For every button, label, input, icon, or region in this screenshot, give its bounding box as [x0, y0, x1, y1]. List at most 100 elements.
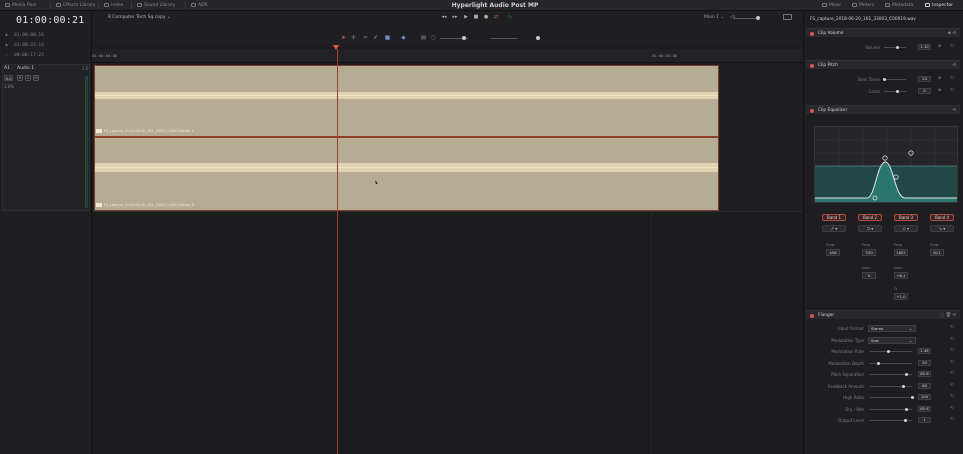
in-point-row[interactable]: ● 01:00:00:16	[4, 30, 88, 39]
band-1-filter-select[interactable]: ↗ ▾	[822, 225, 846, 232]
reset-icon[interactable]: ⟲	[950, 383, 954, 388]
stop-icon[interactable]: ■	[472, 14, 480, 21]
enable-dot-icon[interactable]	[810, 31, 814, 36]
band-4-filter-select[interactable]: ↘ ▾	[930, 225, 954, 232]
mixer-button[interactable]: Mixer	[822, 2, 841, 9]
band-2-gain-value[interactable]: 0	[862, 272, 876, 279]
band-3-toggle[interactable]: Band 3	[894, 214, 918, 221]
reset-icon[interactable]: ⟲	[950, 88, 954, 93]
modulation-depth-knob[interactable]	[876, 361, 880, 365]
zoom-slider-knob[interactable]	[462, 36, 466, 40]
reset-icon[interactable]: ⟲	[950, 406, 954, 411]
clip-equalizer-header[interactable]: Clip Equalizer ⟲	[806, 105, 960, 114]
solo-button[interactable]: S	[25, 75, 31, 81]
band-4-freq-value[interactable]: 811	[930, 249, 944, 256]
razor-tool-icon[interactable]: ✂	[362, 34, 369, 42]
monitor-select[interactable]: Main 1 ⌄ ◁)	[704, 15, 735, 20]
reset-icon[interactable]: ◆ ⟲	[948, 31, 956, 36]
reset-icon[interactable]: ⟲	[950, 337, 954, 342]
band-4-toggle[interactable]: Band 4	[930, 214, 954, 221]
playhead-handle[interactable]	[333, 45, 339, 50]
sound-library-button[interactable]: Sound Library	[137, 2, 175, 9]
enable-dot-icon[interactable]	[810, 108, 814, 113]
pointer-tool-icon[interactable]: ➤	[340, 34, 347, 42]
semi-tones-slider[interactable]	[884, 79, 906, 80]
out-point-row[interactable]: ● 01:00:23:16	[4, 40, 88, 49]
dry-wet-knob[interactable]	[904, 407, 908, 411]
meters-button[interactable]: Meters	[852, 2, 874, 9]
range-tool-icon[interactable]: ✛	[350, 34, 357, 42]
index-button[interactable]: Index	[104, 2, 123, 9]
height-slider[interactable]	[490, 38, 518, 39]
high-ratio-slider[interactable]	[870, 397, 912, 398]
waveform-zoom-icon[interactable]: ▤	[420, 34, 427, 42]
loop-icon[interactable]: ⇄	[492, 14, 500, 21]
plugin-options-icon[interactable]: ⬚ 🗑 ⟲	[940, 313, 956, 318]
pitch-separation-value[interactable]: 85.6	[918, 371, 931, 377]
video-monitor-icon[interactable]	[783, 14, 792, 20]
input-format-select[interactable]: Stereo ⌄	[868, 325, 916, 332]
reset-icon[interactable]: ⟲	[950, 44, 954, 49]
enable-dot-icon[interactable]	[810, 63, 814, 68]
adr-button[interactable]: ADR	[191, 2, 208, 9]
volume-slider[interactable]	[884, 47, 906, 48]
feedback-amount-slider[interactable]	[870, 385, 912, 387]
output-level-value[interactable]: 1	[918, 417, 931, 423]
reset-icon[interactable]: ⟲	[950, 325, 954, 330]
band-3-freq-value[interactable]: 1807	[894, 249, 908, 256]
rewind-icon[interactable]: ◂◂	[440, 14, 448, 21]
reset-icon[interactable]: ⟲	[952, 63, 956, 68]
track-volume-field[interactable]: 0.0	[4, 75, 13, 81]
band-3-filter-select[interactable]: ◇ ▾	[894, 225, 918, 232]
record-arm-button[interactable]: R	[17, 75, 23, 81]
snapping-icon[interactable]: ✓	[372, 34, 379, 42]
clip-pitch-header[interactable]: Clip Pitch ⟲	[806, 60, 960, 69]
automation-icon[interactable]: ∿	[506, 14, 514, 21]
band-2-toggle[interactable]: Band 2	[858, 214, 882, 221]
modulation-type-select[interactable]: Saw ⌄	[868, 336, 916, 344]
record-icon[interactable]: ●	[482, 14, 490, 21]
dry-wet-value[interactable]: 85.6	[918, 405, 931, 412]
cents-slider[interactable]	[884, 91, 906, 92]
marker-icon[interactable]: ◆	[400, 34, 407, 42]
modulation-rate-value[interactable]: 1.46	[918, 348, 931, 354]
flag-icon[interactable]: ■	[384, 34, 391, 42]
modulation-rate-slider[interactable]	[870, 351, 912, 352]
duration-row[interactable]: ○ 00:00:17:23	[4, 50, 88, 59]
band-2-filter-select[interactable]: ⊐ ▾	[858, 225, 882, 232]
effects-library-button[interactable]: Effects Library	[56, 2, 95, 9]
feedback-amount-value[interactable]: 60	[918, 382, 931, 389]
feedback-amount-knob[interactable]	[902, 384, 906, 388]
reset-icon[interactable]: ⟲	[950, 394, 954, 399]
playhead[interactable]	[337, 49, 338, 454]
high-ratio-value[interactable]: 100	[918, 394, 931, 400]
eq-graph[interactable]	[814, 126, 958, 203]
keyframe-icon[interactable]: ◆	[938, 76, 941, 81]
monitor-volume-knob[interactable]	[756, 16, 760, 20]
monitor-volume-slider[interactable]	[734, 18, 758, 19]
metadata-button[interactable]: Metadata	[885, 2, 913, 9]
band-3-q-value[interactable]: +1.0	[894, 293, 908, 300]
timeline-select[interactable]: 8 Computer Tech Sq copy ⌄	[108, 15, 171, 20]
band-1-freq-value[interactable]: 458	[826, 249, 840, 256]
timeline-ruler[interactable]	[92, 49, 803, 63]
track-header[interactable]	[2, 64, 90, 211]
band-1-toggle[interactable]: Band 1	[822, 214, 846, 221]
volume-value[interactable]: 1.10	[918, 44, 931, 50]
height-slider-knob[interactable]	[536, 36, 540, 40]
reset-icon[interactable]: ⟲	[950, 417, 954, 422]
semi-tones-value[interactable]: 24	[918, 76, 931, 82]
band-2-freq-value[interactable]: 330	[862, 249, 876, 256]
band-3-gain-value[interactable]: +6.1	[894, 272, 908, 279]
clip-volume-header[interactable]: Clip Volume ◆ ⟲	[806, 28, 960, 37]
keyframe-icon[interactable]: ◆	[938, 44, 941, 49]
modulation-rate-knob[interactable]	[886, 350, 890, 353]
audio-clip[interactable]	[94, 65, 719, 211]
media-pool-button[interactable]: Media Pool	[5, 2, 36, 9]
play-icon[interactable]: ▶	[462, 14, 470, 21]
flanger-header[interactable]: Flanger ⬚ 🗑 ⟲	[806, 310, 960, 319]
mute-button[interactable]: M	[33, 75, 39, 81]
keyframe-icon[interactable]: ◆	[938, 88, 941, 93]
modulation-depth-value[interactable]: 20	[918, 359, 931, 366]
cents-value[interactable]: 0	[918, 88, 931, 94]
